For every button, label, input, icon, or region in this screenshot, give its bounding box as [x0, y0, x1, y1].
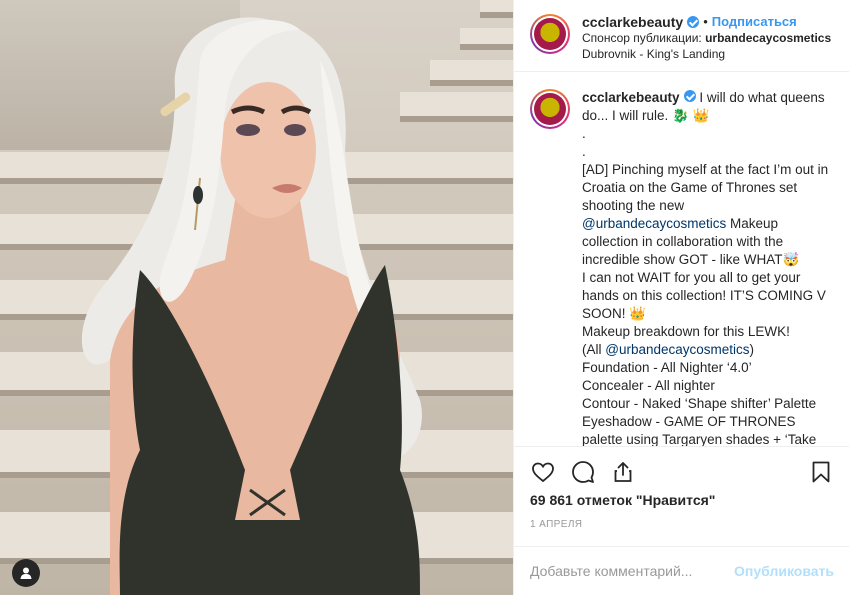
verified-badge-icon — [687, 16, 700, 28]
caption-verified-icon — [683, 90, 696, 102]
sponsor-link[interactable]: urbandecaycosmetics — [705, 31, 831, 45]
caption-line: [AD] Pinching myself at the fact I’m out… — [582, 162, 832, 213]
likes-count[interactable]: 69 861 отметок "Нравится" — [530, 492, 715, 508]
author-username[interactable]: ccclarkebeauty — [582, 14, 683, 30]
caption-line: Eyeshadow - GAME OF THRONES palette usin… — [582, 414, 817, 446]
woman-figure — [81, 17, 422, 595]
share-icon[interactable] — [610, 459, 636, 485]
caption-line: Contour - Naked ‘Shape shifter’ Palette — [582, 396, 817, 411]
caption-line: Concealer - All nighter — [582, 378, 715, 393]
caption-text: ccclarkebeauty I will do what queens do.… — [582, 89, 832, 446]
caption-username[interactable]: ccclarkebeauty — [582, 90, 680, 105]
post-photo[interactable] — [0, 0, 513, 595]
caption-line: . — [582, 126, 586, 141]
separator-dot: • — [703, 14, 708, 29]
sponsor-prefix: Спонсор публикации: — [582, 31, 706, 45]
post-date[interactable]: 1 апреля — [530, 519, 582, 530]
post-sidebar: ccclarkebeauty • Подписаться Спонсор пуб… — [513, 0, 849, 595]
caption-area: ccclarkebeauty I will do what queens do.… — [514, 73, 849, 446]
post-header: ccclarkebeauty • Подписаться Спонсор пуб… — [514, 0, 849, 72]
location-link[interactable]: Dubrovnik - King's Landing — [582, 46, 832, 62]
mention-link[interactable]: @urbandecaycosmetics — [582, 216, 726, 231]
caption-line: ) — [749, 342, 755, 357]
comment-form: Опубликовать — [514, 546, 849, 595]
caption-avatar[interactable] — [530, 89, 570, 129]
comment-input[interactable] — [530, 563, 735, 579]
publish-button[interactable]: Опубликовать — [734, 563, 834, 579]
bookmark-icon[interactable] — [808, 459, 834, 485]
caption-line: (All — [582, 342, 606, 357]
action-bar — [514, 446, 849, 496]
author-avatar[interactable] — [530, 14, 570, 54]
tagged-users-icon[interactable] — [12, 559, 40, 587]
mention-link[interactable]: @urbandecaycosmetics — [605, 342, 749, 357]
heart-icon[interactable] — [530, 459, 556, 485]
sponsor-line: Спонсор публикации: urbandecaycosmetics — [582, 30, 832, 46]
caption-line: Makeup breakdown for this LEWK! — [582, 324, 790, 339]
comment-icon[interactable] — [570, 459, 596, 485]
caption-line: I can not WAIT for you all to get your h… — [582, 270, 830, 321]
caption-line: . — [582, 144, 586, 159]
follow-button[interactable]: Подписаться — [712, 14, 797, 30]
caption-line: Foundation - All Nighter ‘4.0’ — [582, 360, 752, 375]
